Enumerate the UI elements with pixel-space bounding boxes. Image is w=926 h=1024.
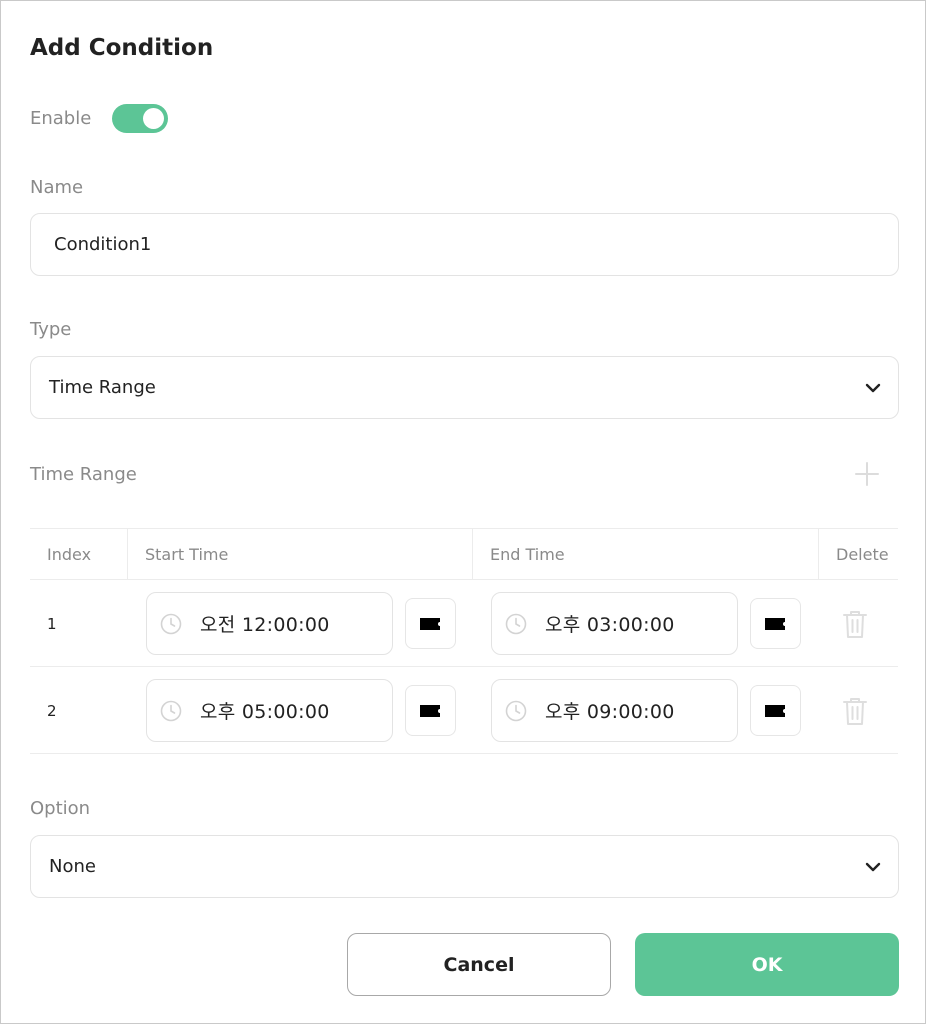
end-time-value: 오후 09:00:00 <box>545 701 675 723</box>
end-time-picker-button[interactable] <box>750 685 801 736</box>
name-label: Name <box>30 177 84 198</box>
name-input[interactable]: Condition1 <box>30 213 899 276</box>
row-index: 2 <box>47 701 57 720</box>
chevron-down-icon <box>865 383 881 392</box>
enable-label: Enable <box>30 108 92 129</box>
end-time-input[interactable]: 오후 03:00:00 <box>491 592 738 655</box>
option-label: Option <box>30 798 91 819</box>
start-time-picker-button[interactable] <box>405 598 456 649</box>
row-index: 1 <box>47 614 57 633</box>
end-time-picker-button[interactable] <box>750 598 801 649</box>
type-select[interactable]: Time Range <box>30 356 899 419</box>
clock-icon <box>160 700 182 721</box>
puzzle-icon <box>764 704 785 717</box>
start-time-input[interactable]: 오전 12:00:00 <box>146 592 393 655</box>
toggle-knob <box>143 108 164 129</box>
option-select[interactable]: None <box>30 835 899 898</box>
chevron-down-icon <box>865 862 881 871</box>
table-header: Index Start Time End Time Delete <box>30 528 898 580</box>
column-header-end-time: End Time <box>472 529 818 580</box>
option-select-value: None <box>49 856 96 877</box>
plus-icon[interactable] <box>854 461 880 487</box>
clock-icon <box>505 613 527 634</box>
trash-icon[interactable] <box>841 695 869 727</box>
puzzle-icon <box>764 617 785 630</box>
dialog-title: Add Condition <box>30 35 214 61</box>
start-time-value: 오후 05:00:00 <box>200 701 330 723</box>
enable-toggle[interactable] <box>112 104 168 133</box>
clock-icon <box>505 700 527 721</box>
ok-button[interactable]: OK <box>635 933 899 996</box>
end-time-value: 오후 03:00:00 <box>545 614 675 636</box>
type-label: Type <box>30 319 72 340</box>
start-time-value: 오전 12:00:00 <box>200 614 330 636</box>
puzzle-icon <box>419 617 440 630</box>
time-range-label: Time Range <box>30 464 137 485</box>
cancel-button[interactable]: Cancel <box>347 933 611 996</box>
clock-icon <box>160 613 182 634</box>
name-input-value: Condition1 <box>54 234 152 255</box>
add-condition-dialog: Add Condition Enable Name Condition1 Typ… <box>0 0 926 1024</box>
puzzle-icon <box>419 704 440 717</box>
start-time-picker-button[interactable] <box>405 685 456 736</box>
trash-icon[interactable] <box>841 608 869 640</box>
column-header-index: Index <box>47 545 92 564</box>
type-select-value: Time Range <box>49 377 156 398</box>
column-header-start-time: Start Time <box>127 529 472 580</box>
table-row: 1 오전 12:00:00 오후 03:00:00 <box>30 580 898 667</box>
column-header-delete: Delete <box>818 529 898 580</box>
table-row: 2 오후 05:00:00 오후 09:00:00 <box>30 667 898 754</box>
time-range-table: Index Start Time End Time Delete 1 오전 12… <box>30 528 898 755</box>
start-time-input[interactable]: 오후 05:00:00 <box>146 679 393 742</box>
end-time-input[interactable]: 오후 09:00:00 <box>491 679 738 742</box>
